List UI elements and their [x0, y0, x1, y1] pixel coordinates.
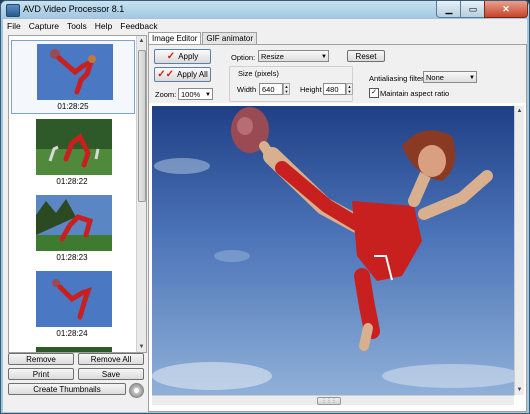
title-bar[interactable]: AVD Video Processor 8.1 ▁ ▭ ✕ [1, 1, 529, 19]
print-button[interactable]: Print [8, 368, 74, 380]
scroll-up-arrow-icon[interactable]: ▲ [515, 106, 524, 116]
menu-file[interactable]: File [3, 21, 25, 31]
height-label: Height [300, 85, 322, 94]
double-checkmark-icon: ✓✓ [157, 69, 175, 80]
thumbnail-image [36, 271, 112, 327]
scrollbar-thumb[interactable]: ⋮⋮⋮ [317, 397, 341, 405]
width-spinner[interactable]: ▲ ▼ [283, 83, 290, 95]
editor-controls: ✓ Apply ✓✓ Apply All Zoom: 100% ▼ Option: R… [149, 45, 526, 103]
frame-image [152, 107, 514, 390]
apply-label: Apply [178, 52, 199, 61]
maximize-button[interactable]: ▭ [460, 1, 486, 18]
thumbnail-time: 01:28:25 [57, 102, 89, 111]
apply-all-button[interactable]: ✓✓ Apply All [154, 67, 211, 82]
thumbnail-panel: 01:28:25 01:28:22 01:28:23 01:28:24 ▲ ▼ [8, 35, 147, 353]
chevron-down-icon: ▼ [205, 92, 211, 98]
chevron-down-icon: ▼ [321, 54, 327, 60]
scrollbar-thumb[interactable] [138, 50, 146, 202]
height-spinner[interactable]: ▲ ▼ [346, 83, 353, 95]
menu-bar: File Capture Tools Help Feedback [3, 19, 527, 32]
height-input[interactable]: 480 [323, 83, 346, 95]
remove-button[interactable]: Remove [8, 353, 74, 365]
save-button[interactable]: Save [78, 368, 144, 380]
width-label: Width [237, 85, 257, 94]
thumbnail-item[interactable]: 01:28:25 [11, 40, 135, 114]
thumbnail-item[interactable]: 01:28:24 [11, 268, 133, 340]
thumbnail-image [37, 44, 113, 100]
thumbnail-time: 01:28:24 [56, 329, 88, 338]
menu-feedback[interactable]: Feedback [116, 21, 161, 31]
option-label: Option: [231, 53, 256, 62]
thumbnail-item[interactable]: 01:28:22 [11, 116, 133, 188]
canvas-vertical-scrollbar[interactable]: ▲ ▼ [514, 106, 524, 395]
thumbnail-image [36, 347, 112, 352]
scroll-down-arrow-icon[interactable]: ▼ [515, 385, 524, 395]
antialias-label: Antialiasing filter: [369, 74, 426, 83]
thumbnail-list: 01:28:25 01:28:22 01:28:23 01:28:24 [9, 36, 136, 352]
zoom-label: Zoom: [155, 90, 177, 99]
menu-help[interactable]: Help [91, 21, 116, 31]
scroll-up-arrow-icon[interactable]: ▲ [137, 36, 146, 46]
gear-icon[interactable] [129, 383, 144, 398]
thumbnail-image [36, 119, 112, 175]
scroll-down-arrow-icon[interactable]: ▼ [137, 342, 146, 352]
tab-gif-animator[interactable]: GIF animator [202, 32, 258, 44]
width-input[interactable]: 640 [259, 83, 283, 95]
menu-tools[interactable]: Tools [63, 21, 91, 31]
thumbnail-item[interactable] [11, 344, 133, 352]
maintain-aspect-checkbox[interactable]: ✓ [369, 88, 379, 98]
maintain-aspect-label: Maintain aspect ratio [380, 89, 450, 98]
thumbnail-time: 01:28:23 [56, 253, 88, 262]
menu-capture[interactable]: Capture [25, 21, 63, 31]
client-area: 01:28:25 01:28:22 01:28:23 01:28:24 ▲ ▼ … [3, 32, 527, 412]
option-value: Resize [261, 52, 284, 61]
chevron-down-icon: ▼ [469, 75, 475, 81]
image-editor-page: ✓ Apply ✓✓ Apply All Zoom: 100% ▼ Option: R… [148, 44, 527, 412]
checkmark-icon: ✓ [166, 51, 176, 62]
window-title: AVD Video Processor 8.1 [23, 4, 125, 14]
app-icon [6, 4, 20, 17]
zoom-select[interactable]: 100% ▼ [178, 88, 213, 100]
image-canvas[interactable] [152, 106, 514, 395]
canvas-horizontal-scrollbar[interactable]: ⋮⋮⋮ [152, 395, 514, 405]
close-button[interactable]: ✕ [484, 1, 528, 18]
apply-button[interactable]: ✓ Apply [154, 49, 211, 64]
remove-all-button[interactable]: Remove All [78, 353, 144, 365]
reset-button[interactable]: Reset [347, 50, 385, 62]
thumbnail-time: 01:28:22 [56, 177, 88, 186]
size-label: Size (pixels) [238, 69, 279, 78]
option-select[interactable]: Resize ▼ [258, 50, 329, 62]
create-thumbnails-button[interactable]: Create Thumbnails [8, 383, 126, 395]
minimize-button[interactable]: ▁ [436, 1, 462, 18]
thumbnail-item[interactable]: 01:28:23 [11, 192, 133, 264]
antialias-select[interactable]: None ▼ [423, 71, 477, 83]
apply-all-label: Apply All [177, 70, 208, 79]
thumbnail-scrollbar[interactable]: ▲ ▼ [136, 36, 146, 352]
zoom-value: 100% [181, 90, 201, 99]
tab-strip: Image Editor GIF animator [148, 32, 258, 45]
antialias-value: None [426, 73, 444, 82]
thumbnail-image [36, 195, 112, 251]
app-window: AVD Video Processor 8.1 ▁ ▭ ✕ File Captu… [0, 0, 530, 414]
